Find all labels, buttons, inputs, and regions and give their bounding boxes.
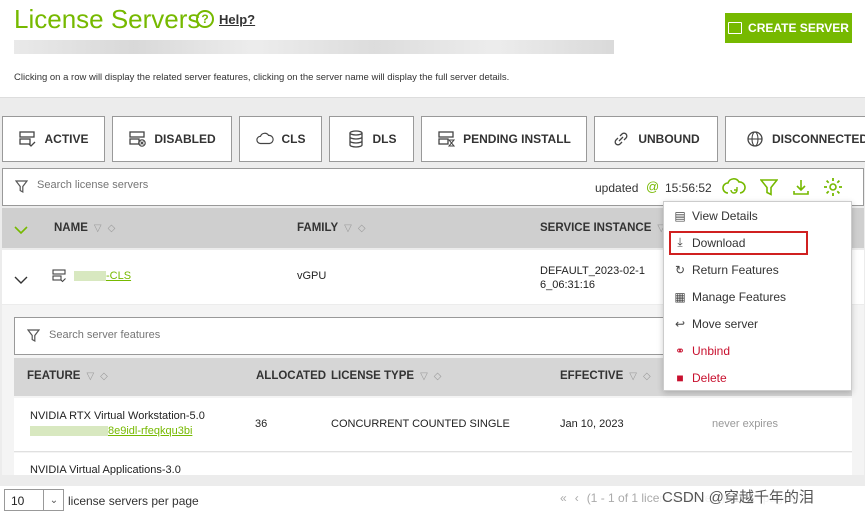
feature-name: NVIDIA Virtual Applications-3.0: [30, 464, 181, 475]
filter-icon[interactable]: [757, 175, 781, 199]
cloud-icon: [255, 130, 274, 148]
menu-item-manage-features[interactable]: ▦ Manage Features: [664, 283, 853, 310]
column-filter-icon[interactable]: ▽: [420, 371, 428, 382]
feature-search-input[interactable]: [49, 329, 349, 341]
sort-icon[interactable]: ◇: [358, 223, 366, 234]
menu-item-delete[interactable]: ■ Delete: [664, 364, 853, 391]
per-page-select[interactable]: 10 ⌄: [4, 489, 64, 511]
trash-icon: ■: [676, 370, 684, 385]
help-link[interactable]: Help?: [219, 12, 255, 27]
hint-text: Clicking on a row will display the relat…: [14, 72, 510, 83]
help-icon[interactable]: ?: [196, 10, 214, 28]
feature-allocated: 36: [255, 418, 268, 430]
filter-disconnected-label: DISCONNECTED L: [772, 132, 865, 146]
filter-bar: ACTIVE DISABLED CLS DLS PENDING INSTALL …: [0, 116, 865, 162]
prev-page-icon[interactable]: ‹: [575, 491, 579, 505]
return-icon: ↻: [674, 262, 686, 277]
link-icon: [612, 130, 630, 148]
create-server-button[interactable]: CREATE SERVER: [725, 13, 852, 43]
updated-time: 15:56:52: [665, 181, 712, 195]
column-header-allocated[interactable]: ALLOCATED: [256, 370, 326, 382]
redacted-text: [14, 40, 614, 54]
unlink-icon: ⚭: [674, 343, 686, 358]
column-header-effective[interactable]: EFFECTIVE ▽ ◇: [560, 370, 651, 382]
feature-license-type: CONCURRENT COUNTED SINGLE: [331, 418, 510, 430]
settings-gear-icon[interactable]: [821, 175, 845, 199]
feature-name: NVIDIA RTX Virtual Workstation-5.0: [30, 410, 205, 422]
help-group[interactable]: ? Help?: [196, 10, 255, 28]
server-name-link[interactable]: -CLS: [74, 270, 131, 282]
sort-icon[interactable]: ◇: [108, 223, 116, 234]
column-filter-icon[interactable]: ▽: [344, 223, 352, 234]
page-header: License Servers ? Help? Clicking on a ro…: [0, 0, 865, 98]
filter-cls-label: CLS: [281, 132, 306, 146]
refresh-cloud-icon[interactable]: [722, 175, 746, 199]
feature-row[interactable]: NVIDIA Virtual Applications-3.0: [14, 453, 852, 475]
database-icon: [347, 130, 365, 148]
column-filter-icon[interactable]: ▽: [86, 371, 94, 382]
redacted-text: [74, 271, 106, 282]
filter-disconnected-button[interactable]: DISCONNECTED L: [725, 116, 865, 162]
updated-label: updated: [595, 181, 639, 195]
first-page-icon[interactable]: «: [560, 491, 567, 505]
sort-icon[interactable]: ◇: [434, 371, 442, 382]
download-icon[interactable]: [789, 175, 813, 199]
per-page-label: license servers per page: [68, 494, 199, 508]
clock-icon: @: [646, 179, 660, 194]
column-header-feature[interactable]: FEATURE ▽ ◇: [27, 370, 108, 382]
column-header-license-type[interactable]: LICENSE TYPE ▽ ◇: [331, 370, 441, 382]
server-check-icon: [18, 130, 36, 148]
server-status-icon: [52, 269, 66, 288]
menu-item-unbind[interactable]: ⚭ Unbind: [664, 337, 853, 364]
column-filter-icon[interactable]: ▽: [629, 371, 637, 382]
menu-item-move-server[interactable]: ↩ Move server: [664, 310, 853, 337]
filter-dls-label: DLS: [372, 132, 397, 146]
feature-effective: Jan 10, 2023: [560, 418, 624, 430]
chevron-down-icon[interactable]: ⌄: [43, 490, 64, 510]
filter-funnel-icon[interactable]: [14, 180, 29, 199]
menu-item-view-details[interactable]: ▤ View Details: [664, 202, 853, 229]
filter-active-button[interactable]: ACTIVE: [2, 116, 105, 162]
filter-active-label: ACTIVE: [44, 132, 89, 146]
server-service-instance: DEFAULT_2023-02-16_06:31:16: [540, 265, 645, 291]
filter-pending-install-button[interactable]: PENDING INSTALL: [421, 116, 587, 162]
expand-all-chevron-icon[interactable]: [14, 222, 28, 240]
filter-dls-button[interactable]: DLS: [329, 116, 414, 162]
feature-row[interactable]: NVIDIA RTX Virtual Workstation-5.0 8e9id…: [14, 398, 852, 452]
server-pending-icon: [437, 130, 456, 148]
sort-icon[interactable]: ◇: [100, 371, 108, 382]
server-search-input[interactable]: [37, 179, 337, 191]
per-page-value: 10: [11, 494, 25, 508]
server-add-icon: [728, 22, 743, 34]
feature-search-bar: [14, 317, 664, 355]
filter-pending-install-label: PENDING INSTALL: [463, 132, 571, 146]
sort-icon[interactable]: ◇: [643, 371, 651, 382]
filter-unbound-label: UNBOUND: [638, 132, 700, 146]
feature-expiry: never expires: [712, 418, 779, 430]
manage-icon: ▦: [674, 289, 686, 304]
filter-unbound-button[interactable]: UNBOUND: [594, 116, 718, 162]
filter-disabled-label: DISABLED: [154, 132, 216, 146]
row-collapse-chevron-icon[interactable]: [14, 272, 28, 290]
page-title: License Servers: [14, 4, 201, 34]
server-x-icon: [128, 130, 147, 148]
column-header-family[interactable]: FAMILY ▽ ◇: [297, 222, 366, 234]
column-header-service-instance[interactable]: SERVICE INSTANCE ▽: [540, 222, 665, 234]
watermark-text: CSDN @穿越千年的泪: [660, 486, 816, 507]
column-header-name[interactable]: NAME ▽ ◇: [54, 222, 115, 234]
server-actions-menu: ▤ View Details ⤓ Download ↻ Return Featu…: [663, 201, 852, 391]
globe-icon: [746, 130, 764, 148]
create-server-label: CREATE SERVER: [748, 21, 849, 35]
filter-disabled-button[interactable]: DISABLED: [112, 116, 232, 162]
menu-item-return-features[interactable]: ↻ Return Features: [664, 256, 853, 283]
redacted-text: [30, 426, 108, 437]
highlight-annotation: [669, 231, 808, 255]
column-filter-icon[interactable]: ▽: [94, 223, 102, 234]
filter-cls-button[interactable]: CLS: [239, 116, 322, 162]
server-family: vGPU: [297, 270, 327, 282]
filter-funnel-icon[interactable]: [26, 329, 41, 348]
feature-id[interactable]: 8e9idl-rfeqkqu3bi: [30, 425, 192, 437]
details-icon: ▤: [674, 208, 686, 223]
move-icon: ↩: [674, 316, 686, 331]
